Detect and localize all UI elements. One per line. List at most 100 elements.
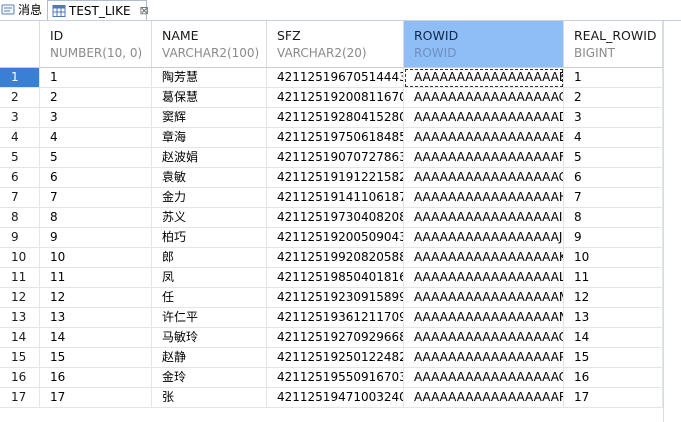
real-rowid-cell[interactable]: 10 <box>564 248 663 268</box>
row-number-cell[interactable]: 9 <box>0 228 40 248</box>
table-row[interactable]: 17 17 张 421125194710032409 AAAAAAAAAAAAAAAAA… <box>0 388 663 408</box>
name-cell[interactable]: 章海 <box>152 128 267 148</box>
real-rowid-cell[interactable]: 17 <box>564 388 663 408</box>
column-header-name[interactable]: NAME VARCHAR2(100) <box>152 21 267 68</box>
name-cell[interactable]: 金力 <box>152 188 267 208</box>
tab-messages[interactable]: 消息 <box>0 0 46 19</box>
table-row[interactable]: 3 3 窦辉 421125192804152805 AAAAAAAAAAAAAAAAAD… <box>0 108 663 128</box>
rowid-cell[interactable]: AAAAAAAAAAAAAAAAAP <box>404 348 564 368</box>
name-cell[interactable]: 袁敏 <box>152 168 267 188</box>
row-number-cell[interactable]: 13 <box>0 308 40 328</box>
column-header-real-rowid[interactable]: REAL_ROWID BIGINT <box>564 21 663 68</box>
rowid-cell[interactable]: AAAAAAAAAAAAAAAAAG <box>404 168 564 188</box>
id-cell[interactable]: 16 <box>40 368 152 388</box>
name-cell[interactable]: 窦辉 <box>152 108 267 128</box>
rowid-cell[interactable]: AAAAAAAAAAAAAAAAAB <box>404 68 564 88</box>
sfz-cell[interactable]: 421125197304082081 <box>267 208 404 228</box>
id-cell[interactable]: 4 <box>40 128 152 148</box>
table-row[interactable]: 14 14 马敏玲 421125192709296686 AAAAAAAAAAAAAAA… <box>0 328 663 348</box>
real-rowid-cell[interactable]: 4 <box>564 128 663 148</box>
row-number-cell[interactable]: 1 <box>0 68 40 88</box>
row-number-cell[interactable]: 10 <box>0 248 40 268</box>
rowid-cell[interactable]: AAAAAAAAAAAAAAAAAH <box>404 188 564 208</box>
id-cell[interactable]: 6 <box>40 168 152 188</box>
rowid-cell[interactable]: AAAAAAAAAAAAAAAAAJ <box>404 228 564 248</box>
close-icon[interactable]: ⊠ <box>140 4 149 17</box>
table-row[interactable]: 11 11 凤 421125198504018166 AAAAAAAAAAAAAAAAA… <box>0 268 663 288</box>
table-row[interactable]: 1 1 陶芳慧 421125196705144432 AAAAAAAAAAAAAAAAA… <box>0 68 663 88</box>
column-header-rowid[interactable]: ROWID ROWID <box>404 21 564 68</box>
id-cell[interactable]: 17 <box>40 388 152 408</box>
real-rowid-cell[interactable]: 5 <box>564 148 663 168</box>
rowid-cell[interactable]: AAAAAAAAAAAAAAAAAE <box>404 128 564 148</box>
tab-test-like[interactable]: TEST_LIKE ⊠ <box>47 0 149 20</box>
table-row[interactable]: 16 16 金玲 421125195509167035 AAAAAAAAAAAAAAAA… <box>0 368 663 388</box>
row-number-cell[interactable]: 14 <box>0 328 40 348</box>
table-row[interactable]: 12 12 任 421125192309158993 AAAAAAAAAAAAAAAAA… <box>0 288 663 308</box>
row-number-cell[interactable]: 16 <box>0 368 40 388</box>
table-row[interactable]: 8 8 苏义 421125197304082081 AAAAAAAAAAAAAAAAAI… <box>0 208 663 228</box>
table-row[interactable]: 4 4 章海 421125197506184857 AAAAAAAAAAAAAAAAAE… <box>0 128 663 148</box>
real-rowid-cell[interactable]: 11 <box>564 268 663 288</box>
id-cell[interactable]: 11 <box>40 268 152 288</box>
real-rowid-cell[interactable]: 15 <box>564 348 663 368</box>
sfz-cell[interactable]: 421125197506184857 <box>267 128 404 148</box>
name-cell[interactable]: 任 <box>152 288 267 308</box>
sfz-cell[interactable]: 421125192005090431 <box>267 228 404 248</box>
sfz-cell[interactable]: 421125198504018166 <box>267 268 404 288</box>
sfz-cell[interactable]: 421125192309158993 <box>267 288 404 308</box>
rowid-cell[interactable]: AAAAAAAAAAAAAAAAAM <box>404 288 564 308</box>
name-cell[interactable]: 葛保慧 <box>152 88 267 108</box>
row-number-cell[interactable]: 12 <box>0 288 40 308</box>
rowid-cell[interactable]: AAAAAAAAAAAAAAAAAI <box>404 208 564 228</box>
sfz-cell[interactable]: 421125190707278630 <box>267 148 404 168</box>
rowid-cell[interactable]: AAAAAAAAAAAAAAAAAF <box>404 148 564 168</box>
name-cell[interactable]: 柏巧 <box>152 228 267 248</box>
row-number-cell[interactable]: 5 <box>0 148 40 168</box>
id-cell[interactable]: 9 <box>40 228 152 248</box>
name-cell[interactable]: 赵静 <box>152 348 267 368</box>
id-cell[interactable]: 14 <box>40 328 152 348</box>
row-number-cell[interactable]: 6 <box>0 168 40 188</box>
table-row[interactable]: 10 10 郎 421125199208205881 AAAAAAAAAAAAAAAAA… <box>0 248 663 268</box>
id-cell[interactable]: 7 <box>40 188 152 208</box>
column-header-sfz[interactable]: SFZ VARCHAR2(20) <box>267 21 404 68</box>
name-cell[interactable]: 金玲 <box>152 368 267 388</box>
table-row[interactable]: 15 15 赵静 421125192501224824 AAAAAAAAAAAAAAAA… <box>0 348 663 368</box>
rowid-cell[interactable]: AAAAAAAAAAAAAAAAAO <box>404 328 564 348</box>
real-rowid-cell[interactable]: 12 <box>564 288 663 308</box>
table-row[interactable]: 6 6 袁敏 421125191912215823 AAAAAAAAAAAAAAAAAG… <box>0 168 663 188</box>
real-rowid-cell[interactable]: 2 <box>564 88 663 108</box>
id-cell[interactable]: 12 <box>40 288 152 308</box>
sfz-cell[interactable]: 421125191912215823 <box>267 168 404 188</box>
row-number-cell[interactable]: 17 <box>0 388 40 408</box>
real-rowid-cell[interactable]: 16 <box>564 368 663 388</box>
name-cell[interactable]: 郎 <box>152 248 267 268</box>
real-rowid-cell[interactable]: 14 <box>564 328 663 348</box>
real-rowid-cell[interactable]: 1 <box>564 68 663 88</box>
name-cell[interactable]: 苏义 <box>152 208 267 228</box>
row-number-cell[interactable]: 2 <box>0 88 40 108</box>
row-number-cell[interactable]: 11 <box>0 268 40 288</box>
id-cell[interactable]: 13 <box>40 308 152 328</box>
row-number-header[interactable] <box>0 21 40 68</box>
id-cell[interactable]: 3 <box>40 108 152 128</box>
real-rowid-cell[interactable]: 13 <box>564 308 663 328</box>
real-rowid-cell[interactable]: 6 <box>564 168 663 188</box>
name-cell[interactable]: 马敏玲 <box>152 328 267 348</box>
rowid-cell[interactable]: AAAAAAAAAAAAAAAAAC <box>404 88 564 108</box>
sfz-cell[interactable]: 421125195509167035 <box>267 368 404 388</box>
table-row[interactable]: 7 7 金力 421125191411061870 AAAAAAAAAAAAAAAAAH… <box>0 188 663 208</box>
id-cell[interactable]: 10 <box>40 248 152 268</box>
name-cell[interactable]: 陶芳慧 <box>152 68 267 88</box>
rowid-cell[interactable]: AAAAAAAAAAAAAAAAAQ <box>404 368 564 388</box>
sfz-cell[interactable]: 421125191411061870 <box>267 188 404 208</box>
id-cell[interactable]: 5 <box>40 148 152 168</box>
sfz-cell[interactable]: 421125192709296686 <box>267 328 404 348</box>
real-rowid-cell[interactable]: 7 <box>564 188 663 208</box>
real-rowid-cell[interactable]: 3 <box>564 108 663 128</box>
id-cell[interactable]: 2 <box>40 88 152 108</box>
sfz-cell[interactable]: 421125194710032409 <box>267 388 404 408</box>
real-rowid-cell[interactable]: 9 <box>564 228 663 248</box>
real-rowid-cell[interactable]: 8 <box>564 208 663 228</box>
